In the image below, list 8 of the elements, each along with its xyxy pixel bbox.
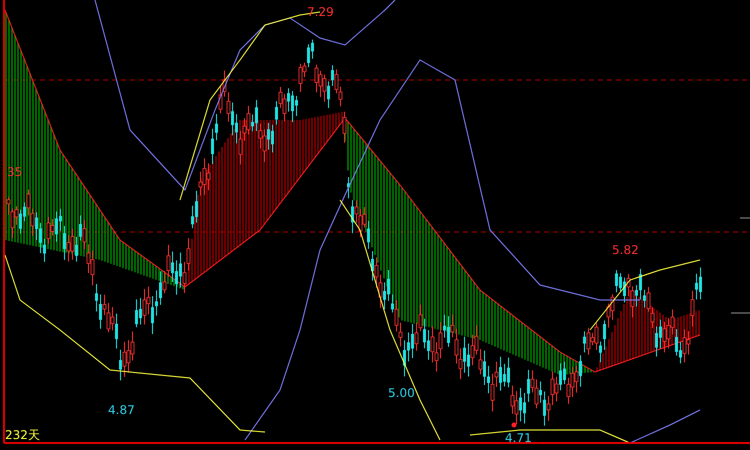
price-label: 5.00 [388,386,415,400]
period-label: 232天 [5,428,40,442]
low-marker-icon [512,422,516,428]
price-label: 7.29 [307,5,334,19]
price-label: 4.87 [108,403,135,417]
price-label: 35 [7,165,22,179]
price-label: 4.71 [505,431,532,445]
price-label: 5.82 [612,243,639,257]
